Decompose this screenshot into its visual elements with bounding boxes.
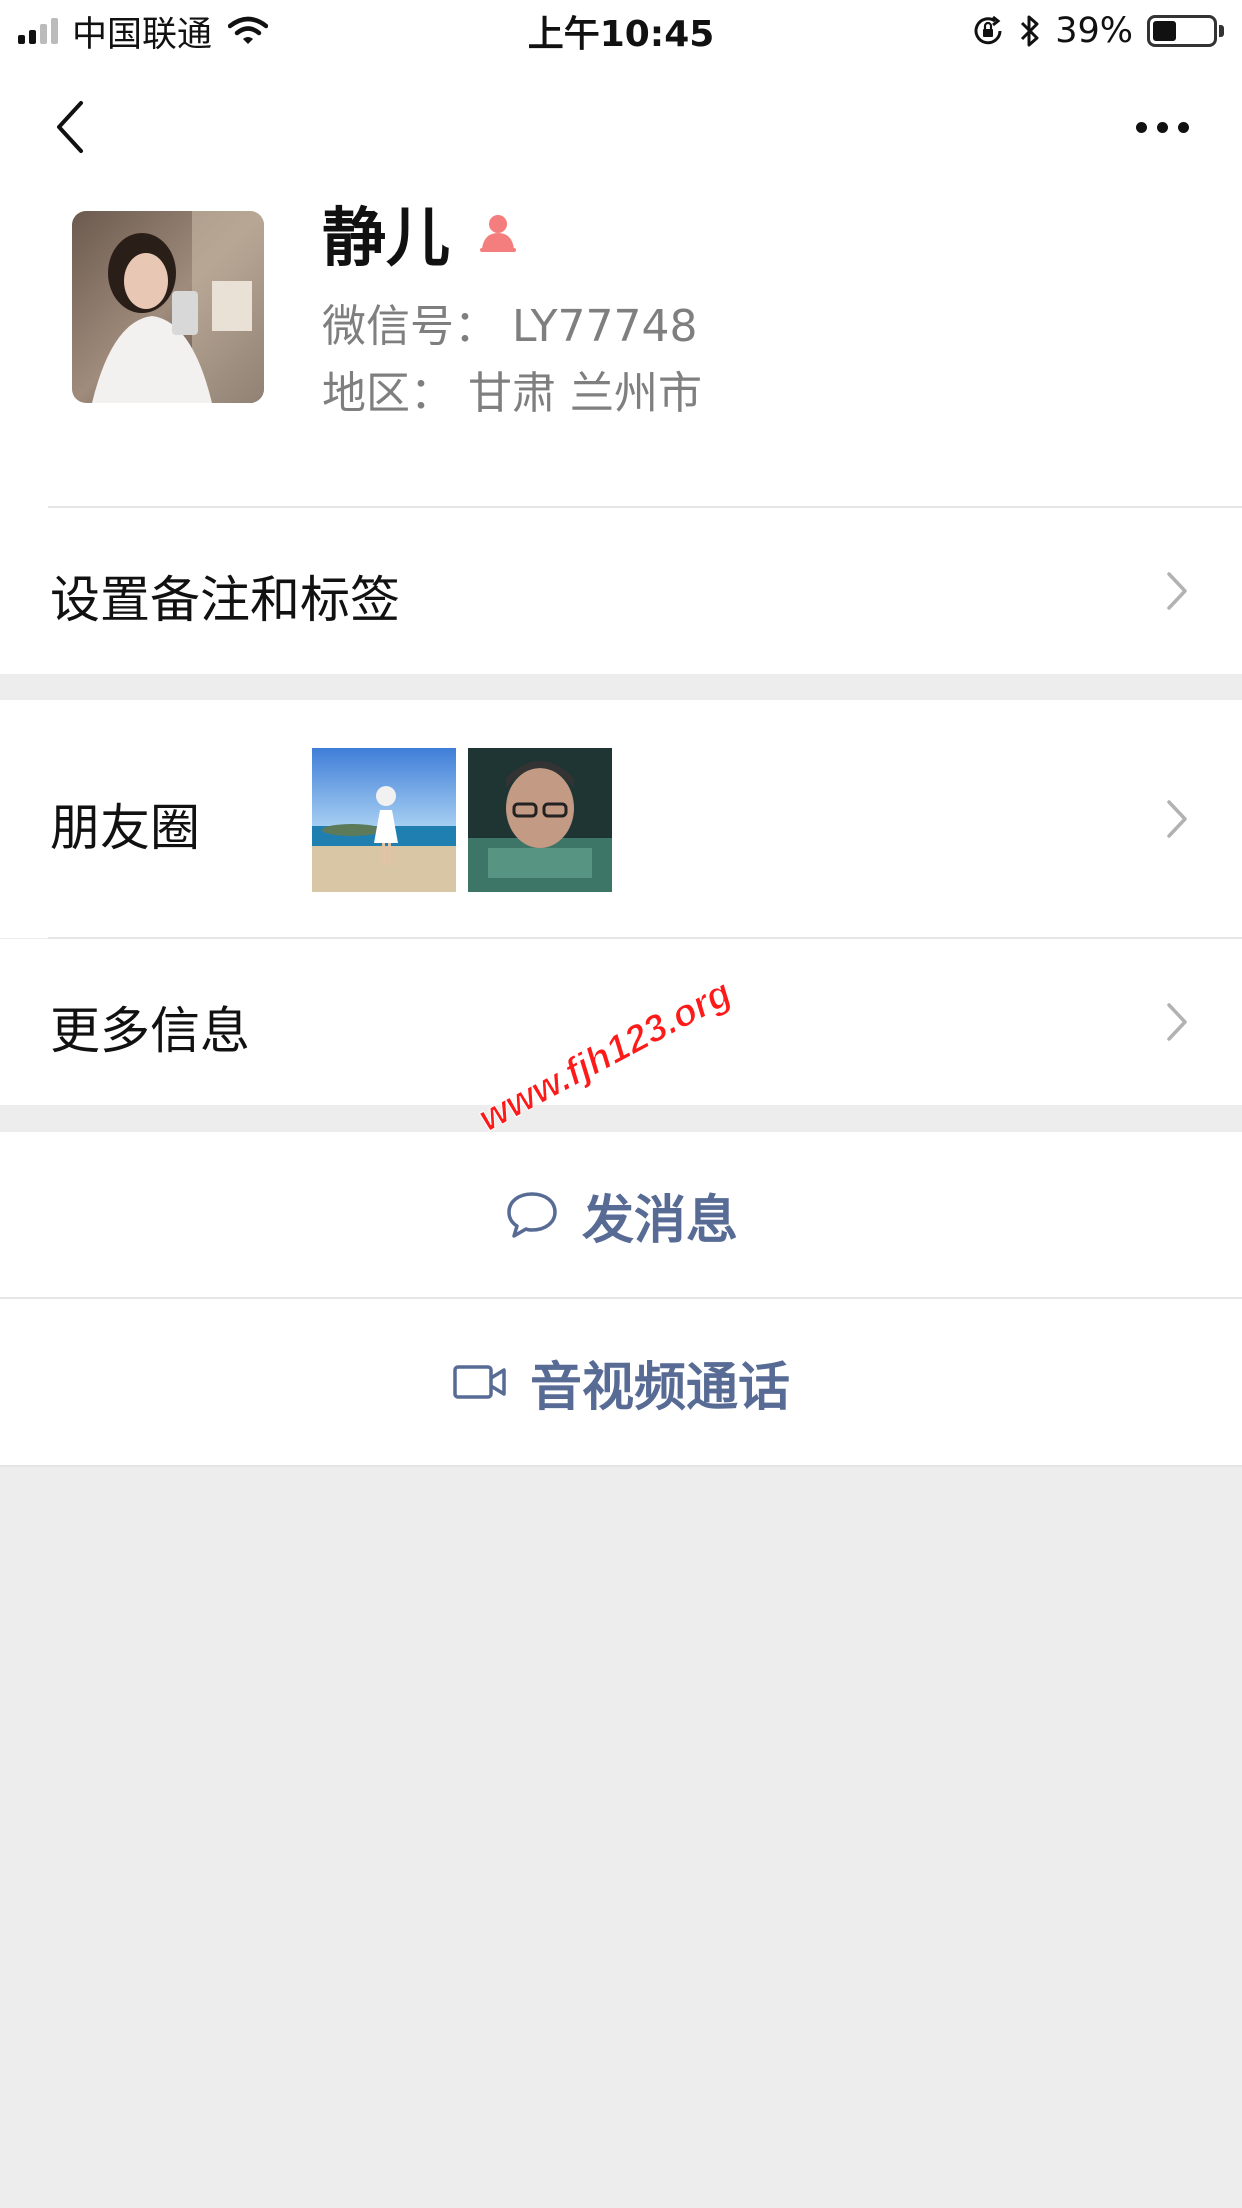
moments-cell[interactable]: 朋友圈 — [0, 700, 1242, 938]
battery-percent: 39% — [1055, 11, 1133, 51]
nav-bar — [0, 62, 1242, 190]
more-info-cell[interactable]: 更多信息 — [0, 939, 1242, 1105]
moments-thumbnail — [468, 748, 612, 892]
video-call-label: 音视频通话 — [529, 1357, 790, 1418]
chevron-right-icon — [1167, 1003, 1187, 1041]
female-icon — [480, 215, 516, 252]
profile-header: 静儿 微信号： LY77748 地区： 甘肃 兰州市 — [0, 190, 1242, 508]
contact-profile-page: 中国联通 上午10:45 39% 静儿 微信号： LY77748 地区： 甘肃 … — [0, 0, 1242, 2208]
battery-icon — [1147, 15, 1224, 47]
more-button[interactable] — [1122, 92, 1202, 162]
avatar[interactable] — [72, 211, 264, 403]
remark-tags-cell[interactable]: 设置备注和标签 — [0, 508, 1242, 674]
orientation-lock-icon — [974, 15, 1002, 45]
chat-bubble-icon — [507, 1192, 557, 1238]
wechat-id: 微信号： LY77748 — [322, 301, 698, 352]
video-camera-icon — [453, 1365, 506, 1399]
send-message-button[interactable]: 发消息 — [0, 1132, 1242, 1298]
status-time: 上午10:45 — [527, 14, 715, 55]
moments-label: 朋友圈 — [50, 799, 200, 857]
chevron-left-icon — [57, 101, 83, 153]
contact-name: 静儿 — [322, 202, 450, 276]
more-info-label: 更多信息 — [50, 1002, 250, 1060]
region: 地区： 甘肃 兰州市 — [322, 368, 702, 419]
video-call-button[interactable]: 音视频通话 — [0, 1299, 1242, 1465]
back-button[interactable] — [40, 92, 100, 162]
bluetooth-icon — [1021, 15, 1039, 47]
chevron-right-icon — [1167, 572, 1187, 610]
chevron-right-icon — [1167, 800, 1187, 838]
moments-thumbnail — [312, 748, 456, 892]
remark-tags-label: 设置备注和标签 — [50, 571, 400, 629]
divider — [0, 1465, 1242, 1467]
send-message-label: 发消息 — [581, 1190, 738, 1251]
status-bar: 中国联通 上午10:45 39% — [0, 0, 1242, 62]
more-dots-icon — [1135, 121, 1147, 133]
